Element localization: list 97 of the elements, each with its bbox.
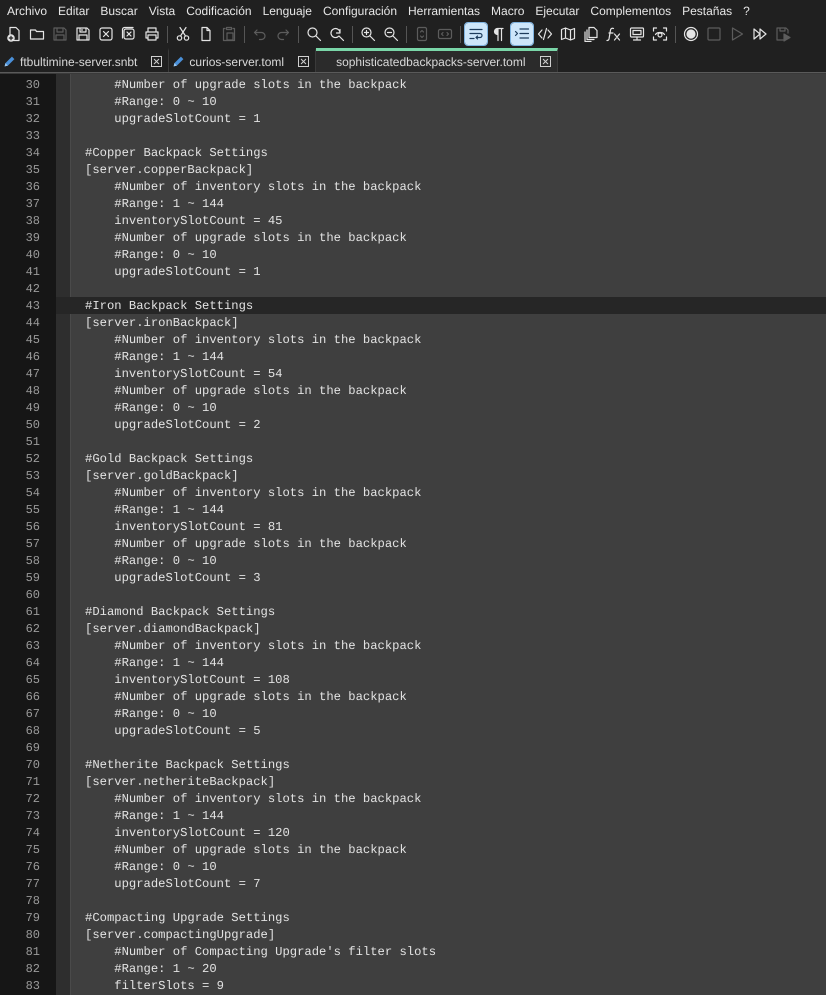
code-line: #Number of upgrade slots in the backpack (113, 536, 407, 550)
menu-item[interactable]: Pestañas (682, 4, 732, 18)
code-line: #Number of inventory slots in the backpack (113, 638, 422, 652)
code-line: #Number of upgrade slots in the backpack (113, 230, 407, 244)
code-line: #Copper Backpack Settings (85, 146, 268, 160)
code-line: #Number of upgrade slots in the backpack (113, 690, 407, 704)
search-icon (306, 26, 322, 42)
menu-item[interactable]: ? (743, 4, 750, 18)
code-line: #Diamond Backpack Settings (85, 604, 276, 618)
code-line: #Range: 1 ~ 144 (113, 502, 224, 516)
code-icon (537, 26, 553, 42)
close-all-icon (121, 26, 137, 42)
documents-icon (583, 26, 599, 42)
menu-item[interactable]: Configuración (322, 4, 398, 18)
code-line: inventorySlotCount = 81 (113, 520, 282, 534)
code-line: #Number of inventory slots in the backpack (113, 180, 422, 194)
eye-frame-icon (652, 26, 668, 42)
indent-guide-button[interactable] (511, 23, 533, 45)
pencil-icon (3, 55, 16, 68)
scissors-icon (175, 26, 191, 42)
sync-vertical-icon (414, 26, 430, 42)
code-line: #Number of upgrade slots in the backpack (113, 842, 407, 856)
menu-item[interactable]: Macro (491, 4, 524, 18)
code-line: [server.ironBackpack] (85, 316, 239, 330)
line-number: 43 (0, 297, 56, 314)
code-line: #Range: 1 ~ 144 (113, 196, 224, 210)
code-line: upgradeSlotCount = 2 (113, 418, 261, 432)
pencil-icon (172, 55, 186, 68)
code-line: #Range: 1 ~ 144 (113, 350, 224, 364)
code-line: #Number of upgrade slots in the backpack (113, 78, 407, 92)
code-line: [server.compactingUpgrade] (85, 928, 276, 942)
replace-icon (329, 26, 345, 42)
close-icon (98, 26, 114, 42)
code-line: #Number of inventory slots in the backpack (113, 486, 422, 500)
code-line: upgradeSlotCount = 1 (113, 264, 261, 278)
code-line: upgradeSlotCount = 3 (113, 570, 261, 584)
word-wrap-button[interactable] (465, 23, 487, 45)
code-line: #Range: 1 ~ 144 (113, 808, 224, 822)
code-line: #Number of upgrade slots in the backpack (113, 384, 407, 398)
code-line: #Number of Compacting Upgrade's filter slots (113, 944, 436, 958)
code-line: inventorySlotCount = 45 (113, 214, 282, 228)
floppy-icon (52, 26, 68, 42)
stop-icon (706, 26, 722, 42)
code-line: #Netherite Backpack Settings (85, 758, 290, 772)
code-line: inventorySlotCount = 54 (113, 366, 282, 380)
menu-item[interactable]: Ejecutar (535, 4, 580, 18)
menu-item[interactable]: Codificación (186, 4, 252, 18)
zoom-in-icon (360, 26, 376, 42)
fast-forward-icon (752, 26, 768, 42)
close-icon[interactable] (151, 56, 162, 67)
code-line: #Range: 0 ~ 10 (113, 554, 217, 568)
code-line: inventorySlotCount = 120 (113, 826, 290, 840)
code-line: #Range: 0 ~ 10 (113, 400, 217, 414)
code-line: [server.netheriteBackpack] (85, 774, 276, 788)
menu-item[interactable]: Archivo (7, 4, 48, 18)
zoom-out-icon (383, 26, 399, 42)
menu-item[interactable]: Editar (58, 4, 90, 18)
menu-item[interactable]: Herramientas (408, 4, 480, 18)
sync-horizontal-icon (437, 26, 453, 42)
menu-item[interactable]: Buscar (100, 4, 138, 18)
code-line: #Range: 1 ~ 20 (113, 962, 217, 976)
code-line: filterSlots = 9 (113, 978, 224, 992)
code-line: #Range: 0 ~ 10 (113, 860, 217, 874)
code-line: [server.goldBackpack] (85, 468, 239, 482)
code-line: #Gold Backpack Settings (85, 452, 254, 466)
menu-item[interactable]: Lenguaje (262, 4, 312, 18)
menu-item[interactable]: Complementos (590, 4, 672, 18)
editor-pane[interactable] (0, 73, 826, 995)
floppy-icon (75, 26, 91, 42)
file-tab[interactable]: sophisticatedbackpacks-server.toml (316, 48, 558, 72)
code-line: upgradeSlotCount = 1 (113, 112, 261, 126)
code-line: upgradeSlotCount = 7 (113, 876, 261, 890)
code-line: [server.copperBackpack] (85, 162, 254, 176)
code-line: #Iron Backpack Settings (85, 298, 254, 312)
code-line: #Number of inventory slots in the backpack (113, 792, 422, 806)
menu-item[interactable]: Vista (148, 4, 176, 18)
play-icon (729, 26, 745, 42)
printer-icon (144, 26, 160, 42)
code-line: [server.diamondBackpack] (85, 622, 261, 636)
code-line: #Compacting Upgrade Settings (85, 910, 290, 924)
close-icon[interactable] (298, 56, 310, 67)
code-line: upgradeSlotCount = 5 (113, 724, 261, 738)
record-icon (683, 26, 699, 42)
code-line: #Range: 0 ~ 10 (113, 94, 217, 108)
code-line: #Range: 1 ~ 144 (113, 656, 224, 670)
floppy-play-icon (775, 26, 791, 42)
monitor-icon (629, 26, 645, 42)
code-line: #Range: 0 ~ 10 (113, 248, 217, 262)
close-icon[interactable] (540, 56, 550, 67)
new-file-icon (6, 26, 22, 42)
code-line: #Number of inventory slots in the backpack (113, 332, 422, 346)
clipboard-icon (221, 26, 237, 42)
map-icon (560, 26, 576, 42)
code-line: inventorySlotCount = 108 (113, 672, 290, 686)
code-line: #Range: 0 ~ 10 (113, 706, 217, 720)
function-icon (606, 26, 622, 42)
word-wrap-icon (468, 26, 484, 42)
